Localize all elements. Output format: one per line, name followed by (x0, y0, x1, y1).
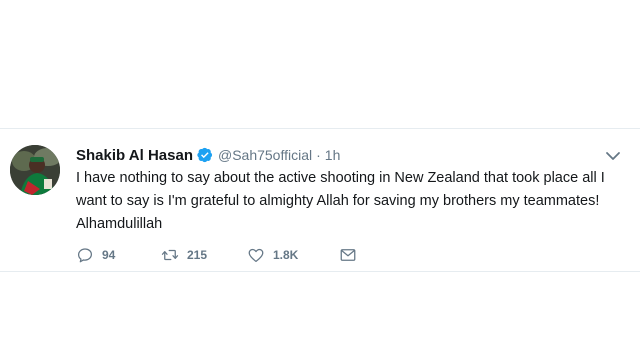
reply-count: 94 (102, 248, 116, 262)
retweet-count: 215 (187, 248, 208, 262)
separator-dot: · (316, 147, 321, 163)
tweet-timestamp[interactable]: 1h (325, 147, 341, 163)
reply-button[interactable]: 94 (76, 246, 161, 264)
direct-message-button[interactable] (339, 246, 369, 264)
retweet-button[interactable]: 215 (161, 246, 247, 264)
retweet-icon (161, 249, 179, 261)
like-count: 1.8K (273, 248, 299, 262)
chevron-down-icon[interactable] (604, 149, 622, 163)
avatar-image (10, 145, 60, 195)
tweet-header: Shakib Al Hasan @Sah75official · 1h (76, 145, 340, 165)
tweet-text: I have nothing to say about the active s… (76, 170, 605, 232)
avatar[interactable] (10, 145, 60, 195)
direct-message-icon (340, 249, 356, 261)
verified-badge-icon (197, 147, 213, 163)
author-display-name[interactable]: Shakib Al Hasan (76, 147, 193, 164)
author-handle[interactable]: @Sah75official (218, 147, 312, 163)
like-button[interactable]: 1.8K (247, 246, 339, 264)
reply-icon (77, 248, 93, 263)
tweet-actions: 94 215 1.8K (76, 245, 369, 265)
like-icon (248, 248, 264, 263)
tweet-card[interactable]: Shakib Al Hasan @Sah75official · 1h I ha… (0, 128, 640, 272)
